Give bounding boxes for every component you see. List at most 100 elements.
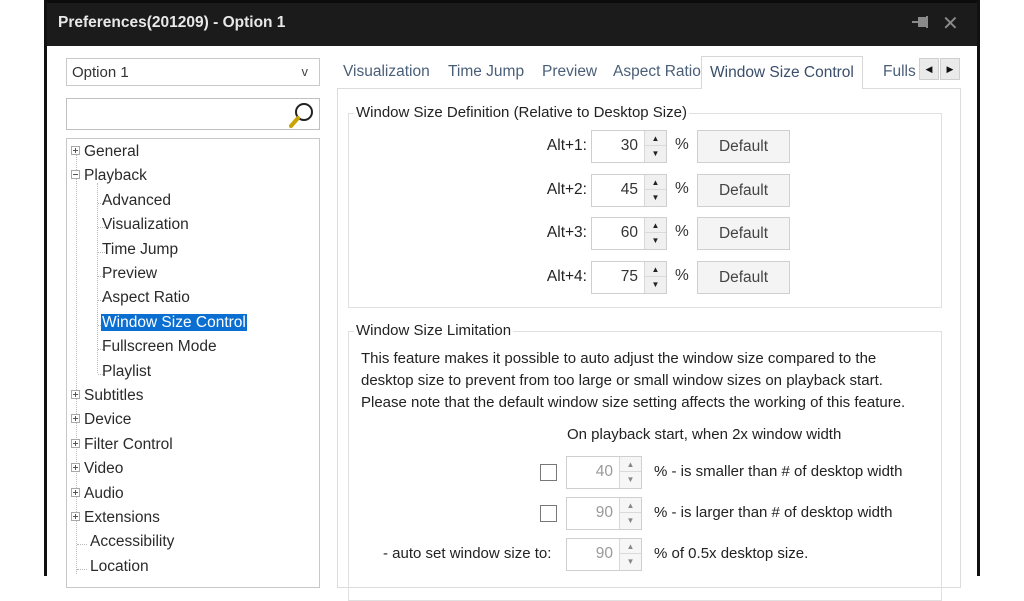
tree-item-fullscreen-mode[interactable]: Fullscreen Mode [101, 338, 218, 360]
expand-plus-icon[interactable] [71, 463, 80, 473]
tab-fulls[interactable]: Fulls [883, 58, 917, 88]
spinner-buttons: ▲ ▼ [644, 262, 666, 294]
alt3-default-button[interactable]: Default [697, 217, 790, 251]
tab-window-size-control[interactable]: Window Size Control [701, 56, 863, 89]
tree-item-label: Fullscreen Mode [102, 338, 217, 356]
tree-item-audio[interactable]: Audio [71, 485, 125, 507]
spin-down-icon[interactable]: ▼ [620, 513, 641, 528]
search-magnifier-icon[interactable] [287, 101, 315, 129]
spin-down-icon[interactable]: ▼ [645, 233, 666, 248]
tree-item-label: Preview [102, 265, 158, 282]
alt-label: Alt+3: [546, 224, 587, 242]
spinner-buttons: ▲ ▼ [619, 457, 641, 488]
alt4-size-spinner[interactable]: 75 ▲ ▼ [591, 261, 667, 295]
spin-down-icon[interactable]: ▼ [620, 554, 641, 569]
larger-than-spinner[interactable]: 90 ▲ ▼ [566, 497, 642, 530]
spinner-buttons: ▲ ▼ [644, 131, 666, 162]
tree-item-playlist[interactable]: Playlist [101, 363, 152, 385]
tab-strip: ◀ ▶ Visualization Time Jump Preview Aspect … [337, 56, 967, 89]
spinner-buttons: ▲ ▼ [619, 539, 641, 570]
alt2-size-spinner[interactable]: 45 ▲ ▼ [591, 173, 667, 207]
title-bar: Preferences(201209) - Option 1 ✕ [47, 0, 977, 46]
alt2-default-button[interactable]: Default [697, 173, 790, 207]
profile-select[interactable]: Option 1 v [66, 58, 320, 86]
alt1-default-button[interactable]: Default [697, 130, 790, 163]
spinner-value[interactable]: 75 [621, 268, 638, 286]
tree-item-label: Location [90, 557, 149, 575]
tree-item-filter-control[interactable]: Filter Control [71, 436, 174, 458]
tab-aspect-ratio[interactable]: Aspect Ratio [613, 58, 701, 88]
pin-icon[interactable] [912, 14, 930, 34]
tree-item-label: Window Size Control [101, 313, 247, 331]
tab-scroll-right-button[interactable]: ▶ [940, 58, 960, 80]
tree-item-time-jump[interactable]: Time Jump [101, 241, 179, 263]
tree-item-device[interactable]: Device [71, 411, 132, 433]
spinner-value[interactable]: 60 [621, 224, 638, 242]
tree-item-subtitles[interactable]: Subtitles [71, 387, 144, 409]
tree-item-playback[interactable]: Playback [71, 167, 148, 189]
settings-tree: General Playback Advanced Visualization Time… [66, 138, 320, 588]
spin-up-icon[interactable]: ▲ [620, 457, 641, 472]
spinner-value[interactable]: 30 [621, 137, 638, 155]
spinner-value[interactable]: 45 [621, 181, 638, 199]
close-icon[interactable]: ✕ [942, 11, 959, 36]
expand-plus-icon[interactable] [71, 390, 80, 399]
spin-up-icon[interactable]: ▲ [645, 175, 666, 190]
spin-up-icon[interactable]: ▲ [620, 539, 641, 554]
tree-item-label: Subtitles [84, 387, 144, 404]
smaller-than-checkbox[interactable] [540, 464, 557, 481]
spin-down-icon[interactable]: ▼ [620, 472, 641, 487]
window-size-limitation-group: Window Size Limitation This feature make… [348, 322, 942, 601]
expand-plus-icon[interactable] [71, 414, 80, 424]
spin-down-icon[interactable]: ▼ [645, 277, 666, 292]
spinner-value[interactable]: 90 [596, 545, 613, 563]
larger-than-label: % - is larger than # of desktop width [654, 504, 893, 521]
tree-item-visualization[interactable]: Visualization [101, 216, 190, 238]
auto-set-suffix: % of 0.5x desktop size. [654, 545, 809, 562]
tab-preview[interactable]: Preview [542, 58, 597, 88]
auto-set-spinner[interactable]: 90 ▲ ▼ [566, 538, 642, 571]
profile-select-value: Option 1 [72, 64, 129, 81]
collapse-minus-icon[interactable] [71, 170, 80, 180]
tree-item-video[interactable]: Video [71, 460, 124, 482]
spin-up-icon[interactable]: ▲ [620, 498, 641, 513]
window-size-definition-group: Window Size Definition (Relative to Desk… [348, 104, 942, 308]
expand-plus-icon[interactable] [71, 487, 80, 497]
tree-item-accessibility[interactable]: Accessibility [89, 533, 175, 555]
tab-visualization[interactable]: Visualization [343, 58, 430, 88]
description-line: This feature makes it possible to auto a… [361, 350, 877, 367]
expand-plus-icon[interactable] [71, 512, 80, 521]
spinner-value[interactable]: 90 [596, 504, 613, 522]
alt-label: Alt+2: [546, 180, 587, 198]
search-input[interactable] [66, 98, 320, 130]
tree-item-location[interactable]: Location [89, 558, 150, 580]
tree-connector [77, 568, 87, 570]
spinner-value[interactable]: 40 [596, 463, 613, 481]
smaller-than-spinner[interactable]: 40 ▲ ▼ [566, 456, 642, 489]
description-line: desktop size to prevent from too large o… [361, 372, 883, 389]
percent-label: % [675, 136, 689, 153]
spin-up-icon[interactable]: ▲ [645, 262, 666, 278]
description-line: Please note that the default window size… [361, 394, 906, 411]
tree-item-advanced[interactable]: Advanced [101, 192, 172, 214]
tree-item-label: Filter Control [84, 435, 173, 453]
alt3-size-spinner[interactable]: 60 ▲ ▼ [591, 217, 667, 251]
tree-item-preview[interactable]: Preview [101, 265, 158, 287]
preferences-window: Preferences(201209) - Option 1 ✕ Option … [44, 0, 980, 601]
spin-up-icon[interactable]: ▲ [645, 131, 666, 146]
tree-item-aspect-ratio[interactable]: Aspect Ratio [101, 289, 191, 311]
alt4-default-button[interactable]: Default [697, 261, 790, 295]
chevron-down-icon[interactable]: v [302, 64, 309, 79]
alt1-size-spinner[interactable]: 30 ▲ ▼ [591, 130, 667, 163]
tab-time-jump[interactable]: Time Jump [448, 58, 524, 88]
tree-item-general[interactable]: General [71, 143, 140, 165]
tab-scroll-left-button[interactable]: ◀ [919, 58, 939, 80]
tree-item-window-size-control[interactable]: Window Size Control [101, 313, 247, 336]
tree-item-extensions[interactable]: Extensions [71, 509, 161, 531]
expand-plus-icon[interactable] [71, 438, 80, 448]
larger-than-checkbox[interactable] [540, 505, 557, 522]
expand-plus-icon[interactable] [71, 146, 80, 155]
spin-up-icon[interactable]: ▲ [645, 218, 666, 234]
spin-down-icon[interactable]: ▼ [645, 146, 666, 161]
spin-down-icon[interactable]: ▼ [645, 190, 666, 205]
